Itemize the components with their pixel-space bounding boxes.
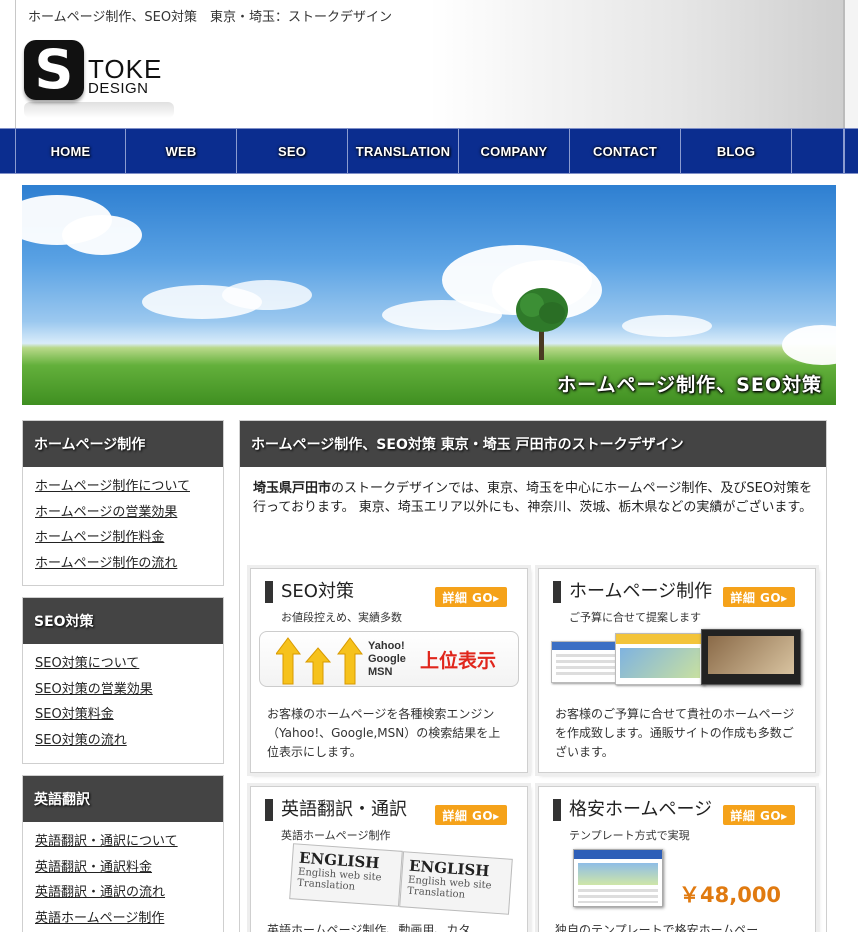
cloud (62, 215, 142, 255)
sidebar-link[interactable]: 英語翻訳・通訳の流れ (35, 883, 223, 909)
details-go-button[interactable]: 詳細 GO▸ (435, 587, 507, 607)
sidebar-link[interactable]: ホームページの営業効果 (35, 503, 223, 529)
header-edge (843, 0, 858, 128)
sidebar-link[interactable]: 英語ホームページ制作 (35, 909, 223, 932)
details-go-button[interactable]: 詳細 GO▸ (723, 805, 795, 825)
sidebar-section-translation: 英語翻訳 英語翻訳・通訳について 英語翻訳・通訳料金 英語翻訳・通訳の流れ 英語… (22, 775, 224, 932)
intro-location: 埼玉県戸田市 (253, 481, 332, 496)
english-sample-graphic: ENGLISH English web site Translation (289, 843, 403, 907)
site-thumbnail (701, 629, 801, 685)
intro-text: 埼玉県戸田市のストークデザインでは、東京、埼玉を中心にホームページ制作、及びSE… (253, 479, 819, 517)
template-site-graphic (573, 849, 663, 907)
card-subtitle: お値段控えめ、実績多数 (281, 611, 402, 624)
site-logo[interactable]: S TOKE DESIGN (24, 40, 174, 120)
sidebar-link[interactable]: ホームページ制作の流れ (35, 554, 223, 580)
card-description: 英語ホームページ制作、動画用、カタ (267, 923, 471, 932)
website-samples-graphic (551, 629, 805, 687)
main-nav: HOME WEB SEO TRANSLATION COMPANY CONTACT… (0, 128, 858, 174)
site-tagline: ホームページ制作、SEO対策 東京・埼玉：ストークデザイン (28, 10, 393, 25)
cloud (782, 325, 836, 365)
nav-contact[interactable]: CONTACT (570, 129, 681, 173)
cloud (382, 300, 502, 330)
sidebar-link[interactable]: 英語翻訳・通訳について (35, 832, 223, 858)
search-engines-label: Yahoo! Google MSN (368, 640, 406, 678)
service-card-seo[interactable]: SEO対策 お値段控えめ、実績多数 詳細 GO▸ Yahoo! Google M… (250, 568, 528, 773)
nav-divider (843, 129, 845, 173)
card-description: お客様のホームページを各種検索エンジン（Yahoo!、Google,MSN）の検… (267, 707, 501, 759)
sidebar-section-web: ホームページ制作 ホームページ制作について ホームページの営業効果 ホームページ… (22, 420, 224, 586)
card-title: ホームページ制作 (553, 581, 712, 603)
cloud (222, 280, 312, 310)
site-thumbnail (615, 633, 705, 685)
price-label: ￥48,000 (679, 883, 782, 907)
nav-seo[interactable]: SEO (237, 129, 348, 173)
sidebar-heading: 英語翻訳 (23, 776, 223, 822)
details-go-button[interactable]: 詳細 GO▸ (435, 805, 507, 825)
cloud (622, 315, 712, 337)
sidebar-link[interactable]: ホームページ制作料金 (35, 528, 223, 554)
card-subtitle: 英語ホームページ制作 (281, 829, 391, 842)
main-content: ホームページ制作、SEO対策 東京・埼玉 戸田市のストークデザイン 埼玉県戸田市… (239, 420, 827, 932)
site-header: ホームページ制作、SEO対策 東京・埼玉：ストークデザイン S TOKE DES… (15, 0, 843, 128)
intro-body: のストークデザインでは、東京、埼玉を中心にホームページ制作、及びSEO対策を行っ… (253, 481, 813, 515)
logo-letter-badge: S (24, 40, 84, 100)
english-sample-graphic: ENGLISH English web site Translation (399, 851, 513, 915)
top-ranking-badge: 上位表示 (420, 650, 497, 672)
hero-banner: ホームページ制作、SEO対策 (22, 185, 836, 405)
logo-subtitle: DESIGN (88, 80, 149, 97)
details-go-button[interactable]: 詳細 GO▸ (723, 587, 795, 607)
sidebar-heading: ホームページ制作 (23, 421, 223, 467)
nav-translation[interactable]: TRANSLATION (348, 129, 459, 173)
service-card-budget[interactable]: 格安ホームページ テンプレート方式で実現 詳細 GO▸ ￥48,000 独自のテ… (538, 786, 816, 932)
sidebar-link[interactable]: ホームページ制作について (35, 477, 223, 503)
site-thumbnail (551, 641, 621, 683)
nav-web[interactable]: WEB (126, 129, 237, 173)
main-heading: ホームページ制作、SEO対策 東京・埼玉 戸田市のストークデザイン (240, 421, 826, 467)
nav-home[interactable]: HOME (15, 129, 126, 173)
logo-reflection (24, 102, 174, 118)
tree-icon (516, 288, 568, 360)
service-card-web[interactable]: ホームページ制作 ご予算に合せて提案します 詳細 GO▸ お客様のご予算に合せて… (538, 568, 816, 773)
seo-ranking-graphic: Yahoo! Google MSN 上位表示 (259, 631, 519, 687)
sidebar-link[interactable]: 英語翻訳・通訳料金 (35, 858, 223, 884)
card-description: 独自のテンプレートで格安ホームペー (555, 923, 759, 932)
sidebar-section-seo: SEO対策 SEO対策について SEO対策の営業効果 SEO対策料金 SEO対策… (22, 597, 224, 764)
service-card-translation[interactable]: 英語翻訳・通訳 英語ホームページ制作 詳細 GO▸ ENGLISH Englis… (250, 786, 528, 932)
nav-blog[interactable]: BLOG (681, 129, 792, 173)
sidebar-link[interactable]: SEO対策料金 (35, 705, 223, 731)
sidebar-link[interactable]: SEO対策の営業効果 (35, 680, 223, 706)
nav-company[interactable]: COMPANY (459, 129, 570, 173)
card-title: 英語翻訳・通訳 (265, 799, 407, 821)
sidebar-link[interactable]: SEO対策について (35, 654, 223, 680)
sidebar-link[interactable]: SEO対策の流れ (35, 731, 223, 757)
hero-caption: ホームページ制作、SEO対策 (557, 374, 822, 396)
card-title: 格安ホームページ (553, 799, 712, 821)
card-subtitle: テンプレート方式で実現 (569, 829, 690, 842)
card-subtitle: ご予算に合せて提案します (569, 611, 701, 624)
up-arrows-icon (276, 637, 363, 685)
sidebar-heading: SEO対策 (23, 598, 223, 644)
card-title: SEO対策 (265, 581, 354, 603)
card-description: お客様のご予算に合せて貴社のホームページを作成致します。通販サイトの作成も多数ご… (555, 707, 795, 759)
